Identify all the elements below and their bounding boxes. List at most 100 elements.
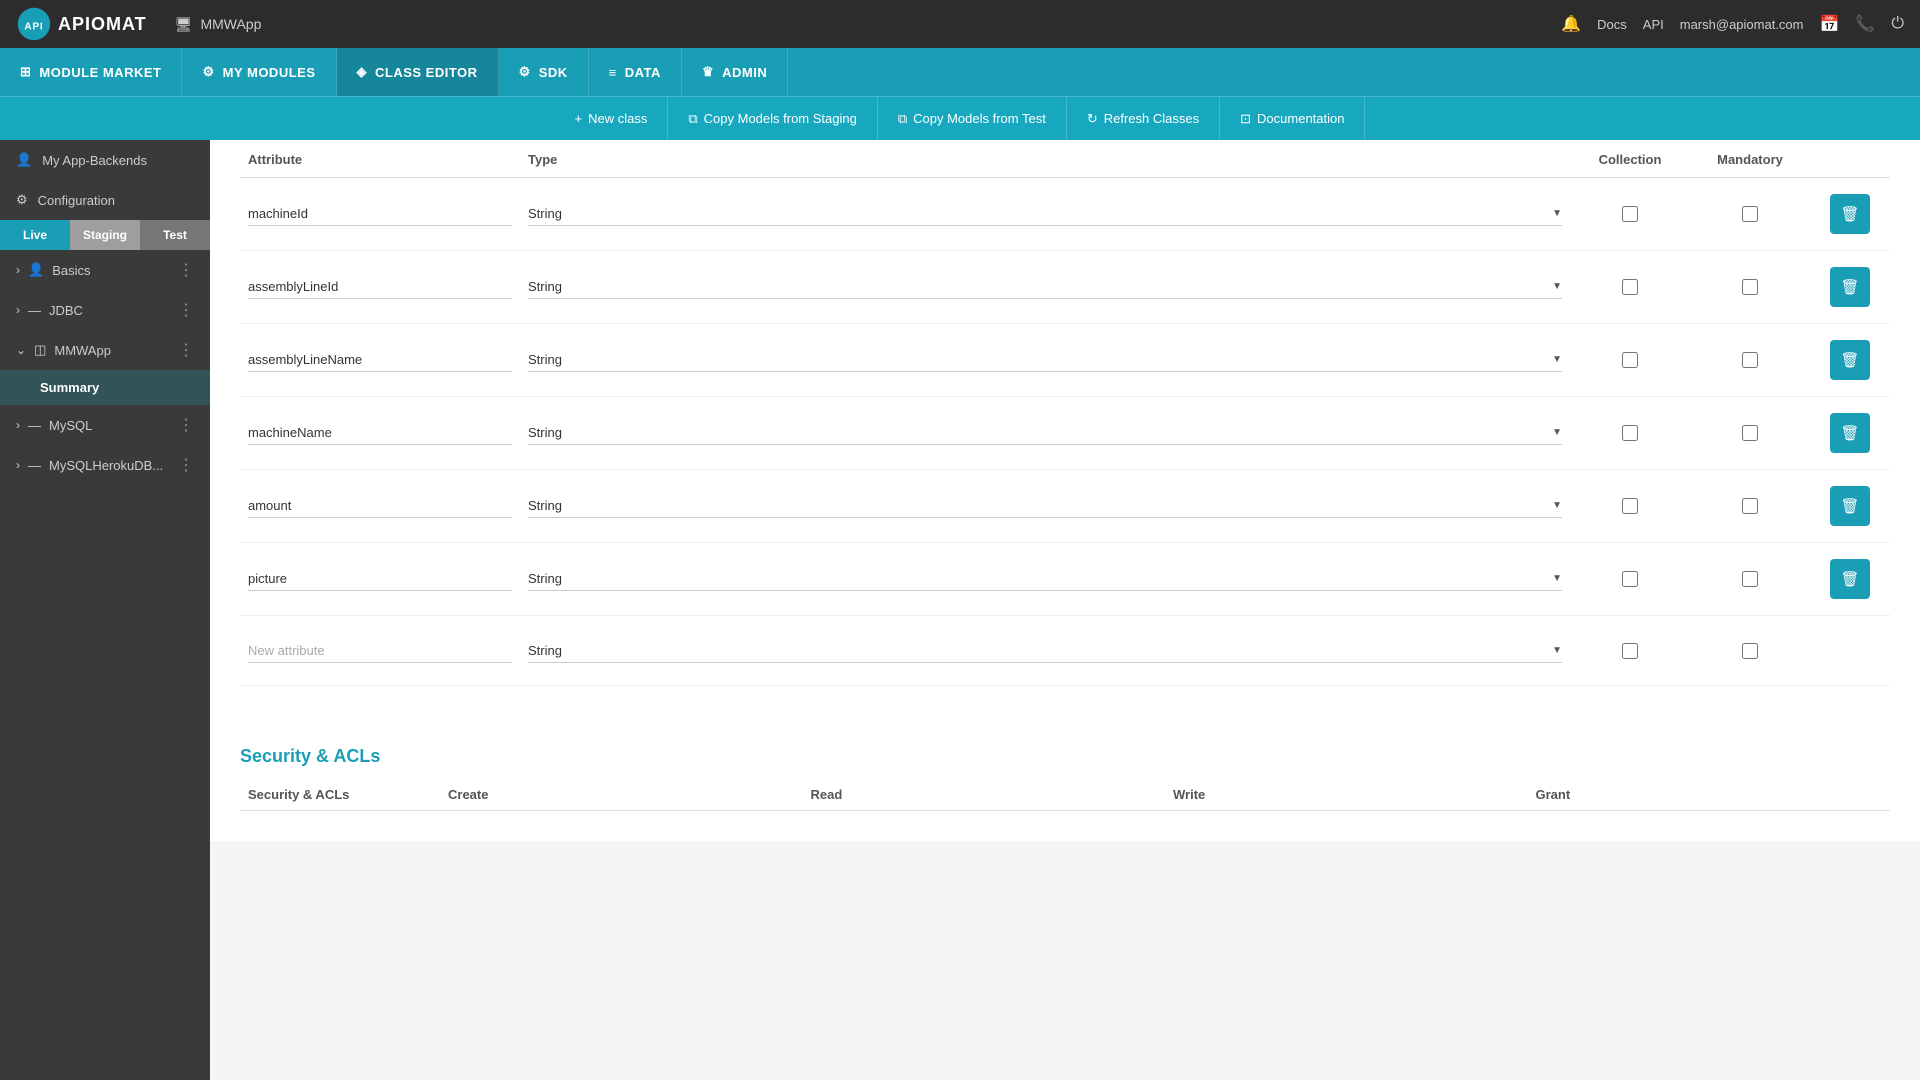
collection-checkbox-assemblylineid[interactable] (1622, 279, 1638, 295)
settings-icon: ⚙ (16, 192, 28, 208)
new-class-button[interactable]: + New class (555, 97, 669, 141)
delete-button-machineid[interactable]: 🗑 (1830, 194, 1870, 234)
collection-checkbox-machinename[interactable] (1622, 425, 1638, 441)
new-mandatory-checkbox[interactable] (1742, 643, 1758, 659)
col-header-type: Type (520, 152, 1570, 167)
type-select-picture[interactable]: StringIntegerFloatBoolean (528, 571, 1552, 586)
ellipsis-icon[interactable]: ⋮ (178, 340, 194, 360)
sidebar-item-summary[interactable]: Summary (0, 370, 210, 405)
attribute-cell-machineid (240, 202, 520, 226)
env-tab-staging[interactable]: Staging (70, 220, 140, 250)
mandatory-checkbox-assemblylineid[interactable] (1742, 279, 1758, 295)
power-icon[interactable]: ⏻ (1891, 15, 1904, 33)
attribute-input-machineid[interactable] (248, 202, 512, 226)
copy-from-test-button[interactable]: ⧉ Copy Models from Test (878, 97, 1067, 141)
copy-test-icon: ⧉ (898, 111, 907, 127)
attribute-input-picture[interactable] (248, 567, 512, 591)
mandatory-cell-assemblylinename (1690, 352, 1810, 368)
ellipsis-icon[interactable]: ⋮ (178, 415, 194, 435)
security-section: Security & ACLs Security & ACLs Create R… (210, 716, 1920, 841)
sidebar-item-configuration[interactable]: ⚙ Configuration (0, 180, 210, 220)
mandatory-checkbox-amount[interactable] (1742, 498, 1758, 514)
collection-checkbox-amount[interactable] (1622, 498, 1638, 514)
env-tab-live[interactable]: Live (0, 220, 70, 250)
attribute-input-assemblylinename[interactable] (248, 348, 512, 372)
security-table-header: Security & ACLs Create Read Write Grant (240, 787, 1890, 811)
collection-cell-machinename (1570, 425, 1690, 441)
attribute-input-amount[interactable] (248, 494, 512, 518)
bell-icon[interactable]: 🔔 (1561, 14, 1581, 34)
delete-button-assemblylinename[interactable]: 🗑 (1830, 340, 1870, 380)
chevron-down-icon: ⌄ (16, 343, 26, 357)
mandatory-checkbox-picture[interactable] (1742, 571, 1758, 587)
nav-my-modules[interactable]: ⚙ MY MODULES (182, 48, 336, 96)
mmwapp-icon: ◫ (34, 342, 46, 358)
person-icon: 👤 (16, 152, 32, 168)
attribute-input-machinename[interactable] (248, 421, 512, 445)
chevron-right-icon: › (16, 303, 20, 317)
svg-text:API: API (24, 21, 43, 32)
sidebar-item-mmwapp[interactable]: ⌄ ◫ MMWApp ⋮ (0, 330, 210, 370)
mandatory-checkbox-machineid[interactable] (1742, 206, 1758, 222)
delete-button-machinename[interactable]: 🗑 (1830, 413, 1870, 453)
sidebar-item-jdbc[interactable]: › — JDBC ⋮ (0, 290, 210, 330)
new-type-select[interactable]: StringIntegerFloatBoolean (528, 643, 1552, 658)
collection-cell-machineid (1570, 206, 1690, 222)
sidebar-item-mysqlherokudb[interactable]: › — MySQLHerokuDB... ⋮ (0, 445, 210, 485)
delete-cell-assemblylinename: 🗑 (1810, 340, 1890, 380)
grid-icon: ⊞ (20, 64, 31, 80)
env-tab-test[interactable]: Test (140, 220, 210, 250)
refresh-classes-button[interactable]: ↻ Refresh Classes (1067, 97, 1220, 141)
admin-icon: ♛ (702, 64, 714, 80)
new-attribute-cell (240, 639, 520, 663)
col-header-collection: Collection (1570, 152, 1690, 167)
api-link[interactable]: API (1643, 17, 1664, 32)
type-select-assemblylineid[interactable]: StringIntegerFloatBoolean (528, 279, 1552, 294)
actionbar: + New class ⧉ Copy Models from Staging ⧉… (0, 96, 1920, 140)
type-arrow-icon: ▼ (1552, 573, 1562, 584)
type-cell-picture: StringIntegerFloatBoolean ▼ (520, 567, 1570, 591)
basics-icon: 👤 (28, 262, 44, 278)
security-col-header-write: Write (1165, 787, 1528, 802)
collection-checkbox-picture[interactable] (1622, 571, 1638, 587)
sidebar-item-basics[interactable]: › 👤 Basics ⋮ (0, 250, 210, 290)
type-select-machinename[interactable]: StringIntegerFloatBoolean (528, 425, 1552, 440)
copy-from-staging-button[interactable]: ⧉ Copy Models from Staging (668, 97, 877, 141)
mandatory-checkbox-machinename[interactable] (1742, 425, 1758, 441)
docs-link[interactable]: Docs (1597, 17, 1627, 32)
mandatory-checkbox-assemblylinename[interactable] (1742, 352, 1758, 368)
collection-checkbox-machineid[interactable] (1622, 206, 1638, 222)
calendar-icon[interactable]: 📅 (1820, 14, 1840, 34)
delete-button-assemblylineid[interactable]: 🗑 (1830, 267, 1870, 307)
new-type-cell: StringIntegerFloatBoolean ▼ (520, 639, 1570, 663)
sidebar-item-mysql[interactable]: › — MySQL ⋮ (0, 405, 210, 445)
type-arrow-icon: ▼ (1552, 208, 1562, 219)
nav-data[interactable]: ≡ DATA (589, 48, 682, 96)
type-arrow-icon: ▼ (1552, 500, 1562, 511)
nav-admin[interactable]: ♛ ADMIN (682, 48, 788, 96)
type-select-amount[interactable]: StringIntegerFloatBoolean (528, 498, 1552, 513)
nav-class-editor[interactable]: ◈ CLASS EDITOR (337, 48, 499, 96)
collection-checkbox-assemblylinename[interactable] (1622, 352, 1638, 368)
phone-icon[interactable]: 📞 (1855, 14, 1875, 34)
type-select-assemblylinename[interactable]: StringIntegerFloatBoolean (528, 352, 1552, 367)
sidebar-item-my-app-backends[interactable]: 👤 My App-Backends (0, 140, 210, 180)
table-row: StringIntegerFloatBoolean ▼ 🗑 (240, 543, 1890, 616)
type-select-machineid[interactable]: StringIntegerFloatBoolean (528, 206, 1552, 221)
new-collection-checkbox[interactable] (1622, 643, 1638, 659)
security-col-header-name: Security & ACLs (240, 787, 440, 802)
refresh-icon: ↻ (1087, 111, 1098, 127)
table-row: StringIntegerFloatBoolean ▼ 🗑 (240, 251, 1890, 324)
ellipsis-icon[interactable]: ⋮ (178, 300, 194, 320)
delete-button-picture[interactable]: 🗑 (1830, 559, 1870, 599)
delete-button-amount[interactable]: 🗑 (1830, 486, 1870, 526)
new-collection-cell (1570, 643, 1690, 659)
ellipsis-icon[interactable]: ⋮ (178, 455, 194, 475)
nav-module-market[interactable]: ⊞ MODULE MARKET (0, 48, 182, 96)
attribute-input-assemblylineid[interactable] (248, 275, 512, 299)
ellipsis-icon[interactable]: ⋮ (178, 260, 194, 280)
documentation-button[interactable]: ⊡ Documentation (1220, 97, 1365, 141)
table-row: StringIntegerFloatBoolean ▼ 🗑 (240, 178, 1890, 251)
new-attribute-input[interactable] (248, 639, 512, 663)
nav-sdk[interactable]: ⚙ SDK (499, 48, 589, 96)
